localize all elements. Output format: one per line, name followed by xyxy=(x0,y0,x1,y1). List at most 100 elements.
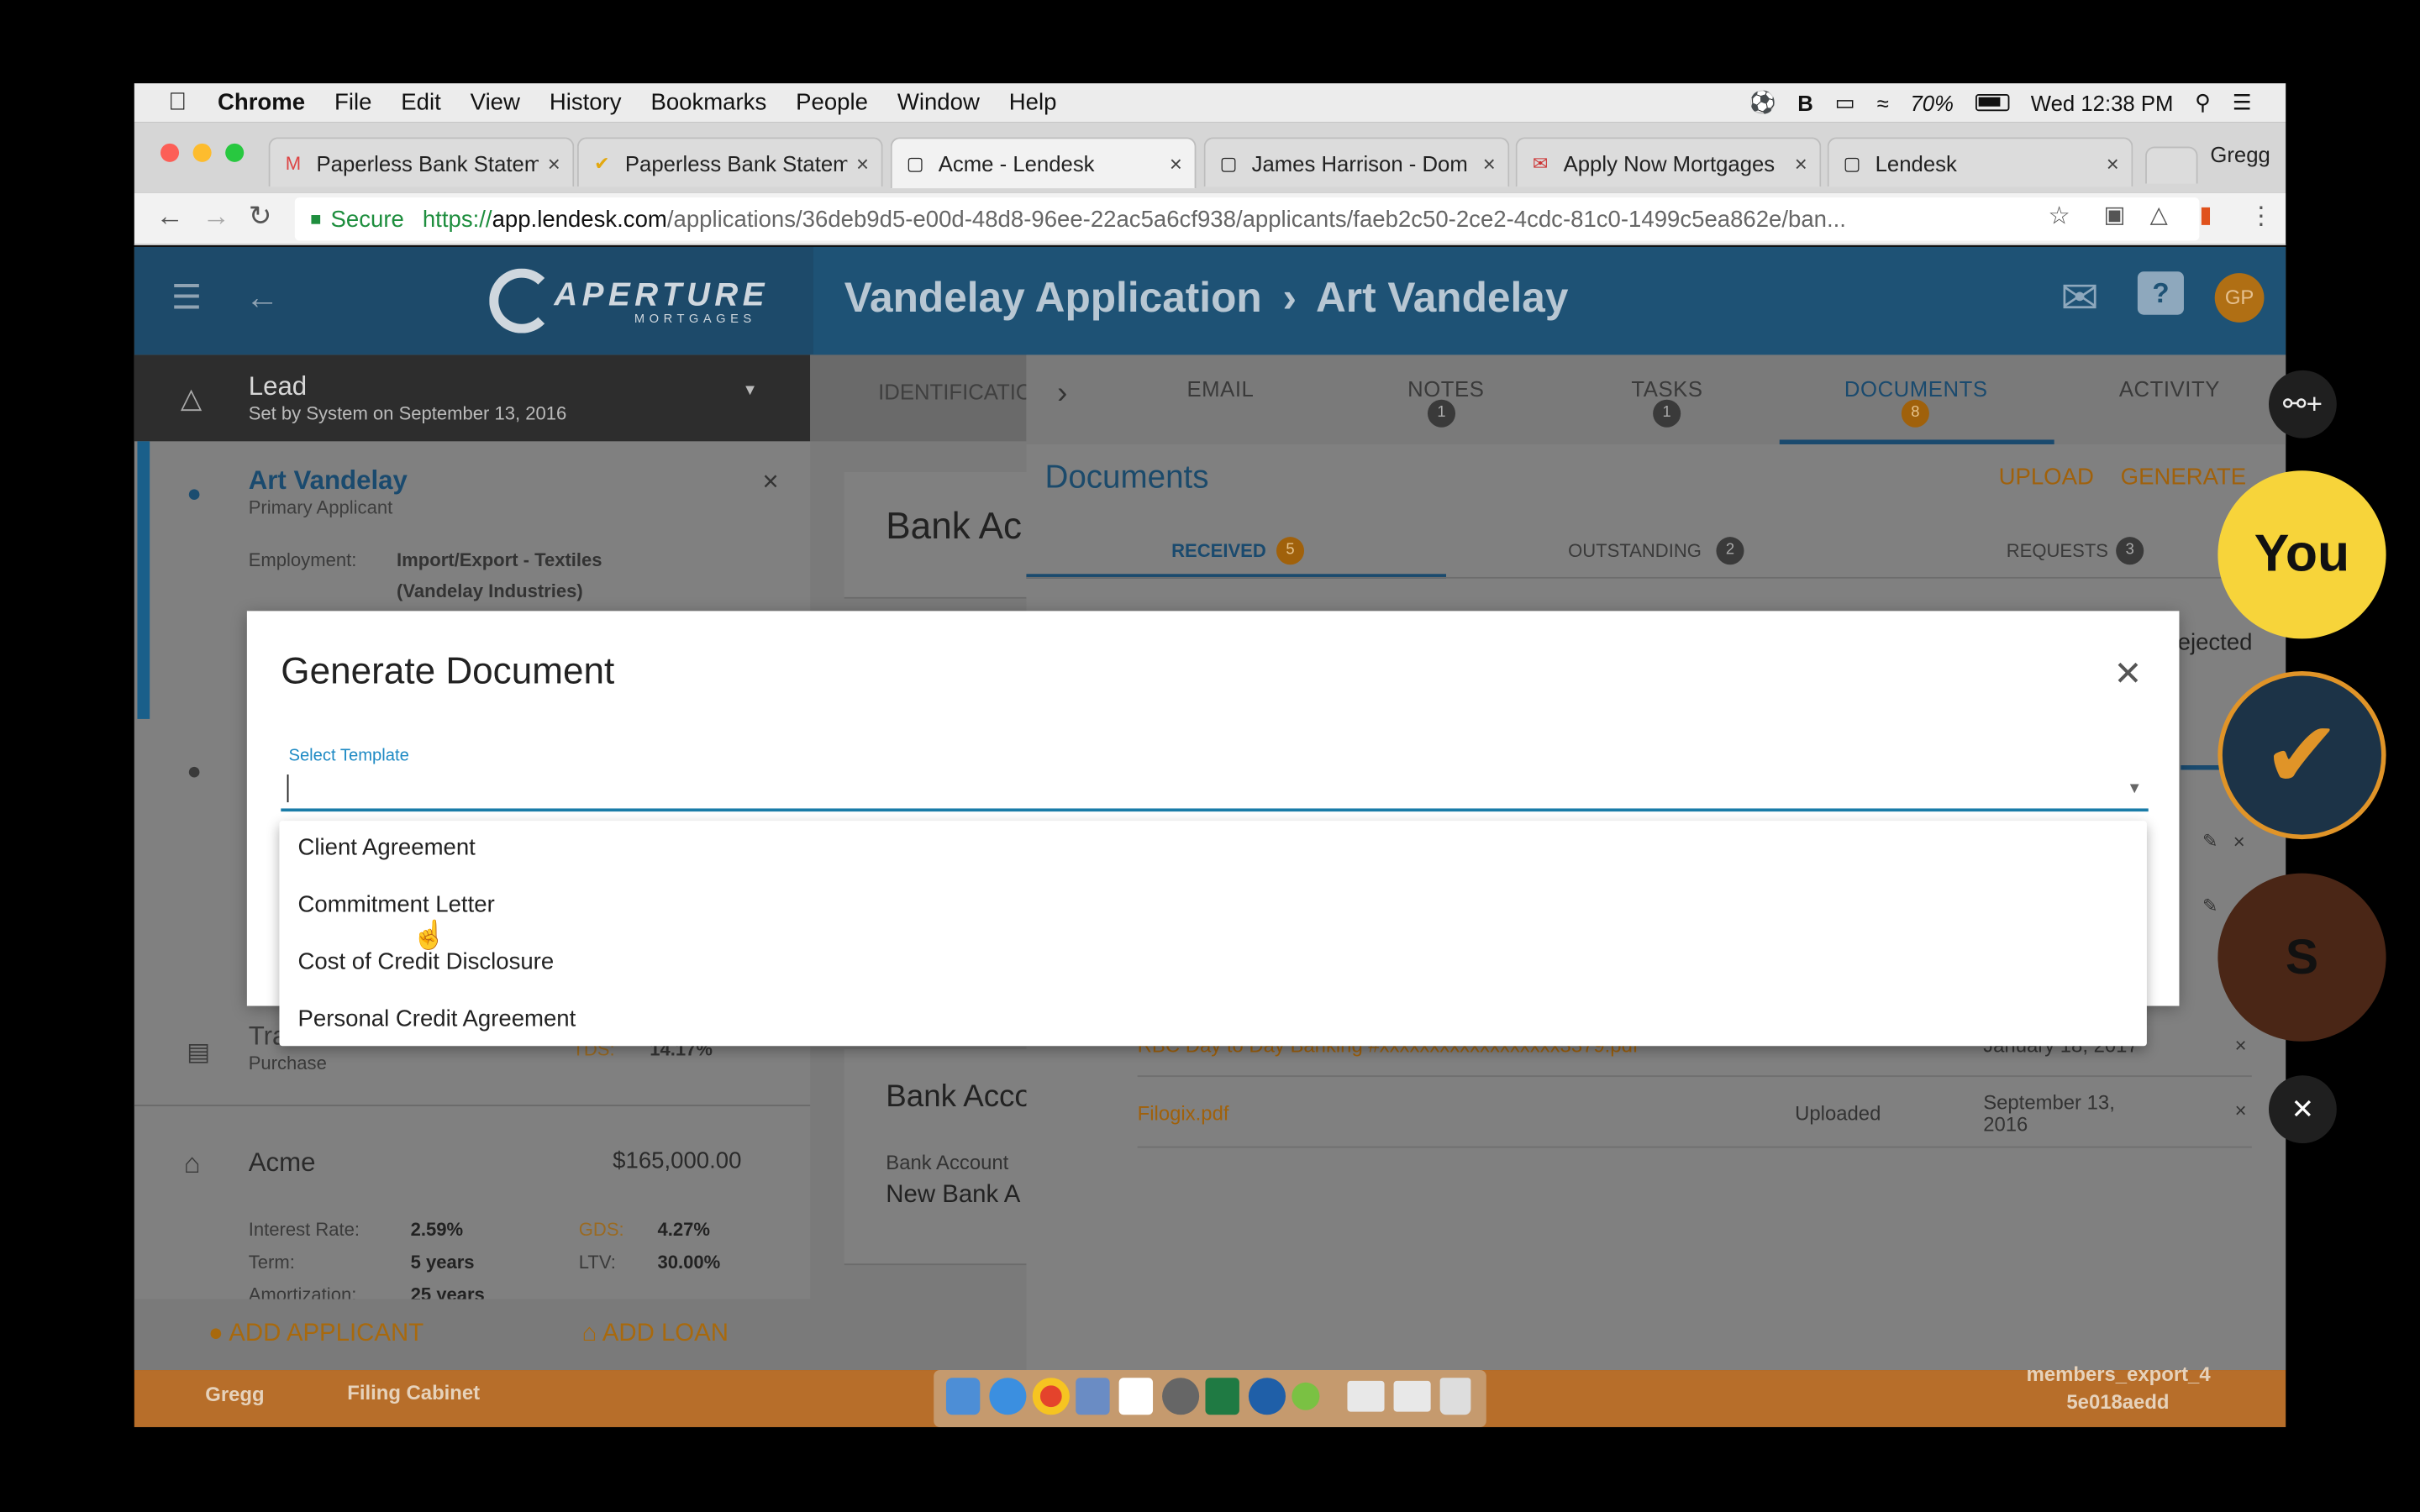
participant-avatar[interactable]: S xyxy=(2217,873,2386,1042)
applicant-name[interactable]: Art Vandelay xyxy=(249,466,408,497)
battery-icon[interactable] xyxy=(1975,94,2010,112)
mail-icon[interactable]: ✉ xyxy=(2060,271,2099,325)
back-icon[interactable]: ← xyxy=(156,201,184,234)
chevron-down-icon[interactable]: ▼ xyxy=(742,383,757,400)
minimize-window-icon[interactable] xyxy=(192,143,212,162)
help-icon[interactable]: ? xyxy=(2137,271,2184,315)
menu-people[interactable]: People xyxy=(796,90,868,116)
hamburger-menu-icon[interactable]: ☰ xyxy=(171,278,202,318)
browser-tab-active[interactable]: ▢ Acme - Lendesk × xyxy=(890,137,1197,189)
messages-icon[interactable] xyxy=(1292,1382,1320,1410)
tab-email[interactable]: EMAIL xyxy=(1186,376,1254,401)
close-tab-icon[interactable]: × xyxy=(1795,150,1807,175)
select-template-input[interactable]: ▼ xyxy=(281,769,2149,812)
folder-icon[interactable] xyxy=(1347,1380,1385,1412)
tab-notes[interactable]: NOTES xyxy=(1407,376,1484,401)
lead-status-bar[interactable]: △ Lead Set by System on September 13, 20… xyxy=(134,354,811,442)
desktop-file-name[interactable]: members_export_4 xyxy=(2027,1362,2211,1386)
trash-icon[interactable] xyxy=(1439,1378,1471,1415)
close-tab-icon[interactable]: × xyxy=(2107,150,2119,175)
chrome-icon[interactable] xyxy=(1032,1378,1070,1415)
delete-icon[interactable]: × xyxy=(2233,830,2245,853)
clock[interactable]: Wed 12:38 PM xyxy=(2031,90,2174,114)
close-call-icon[interactable]: ✕ xyxy=(2268,1075,2337,1144)
delete-document-icon[interactable]: × xyxy=(2235,1099,2247,1122)
option-personal-credit-agreement[interactable]: Personal Credit Agreement xyxy=(297,1006,576,1032)
menu-history[interactable]: History xyxy=(550,90,622,116)
menu-edit[interactable]: Edit xyxy=(401,90,440,116)
add-applicant-button[interactable]: ● ADD APPLICANT xyxy=(208,1320,424,1348)
drive-icon[interactable]: △ xyxy=(2150,201,2168,228)
calendar-icon[interactable] xyxy=(1118,1378,1154,1415)
generate-button[interactable]: GENERATE xyxy=(2121,465,2247,491)
address-bar[interactable]: ■ Secure https://app.lendesk.com/applica… xyxy=(294,197,2200,241)
menu-help[interactable]: Help xyxy=(1009,90,1057,116)
option-commitment-letter[interactable]: Commitment Letter xyxy=(297,892,494,918)
menu-window[interactable]: Window xyxy=(897,90,980,116)
browser-tab[interactable]: ▢ James Harrison - Dom × xyxy=(1203,137,1510,187)
close-tab-icon[interactable]: × xyxy=(1483,150,1496,175)
extension-icon[interactable]: ▣ xyxy=(2103,201,2125,228)
close-tab-icon[interactable]: × xyxy=(548,150,560,175)
edit-icon[interactable]: ✎ xyxy=(2202,830,2217,852)
user-avatar[interactable]: GP xyxy=(2214,273,2265,323)
excel-icon[interactable] xyxy=(1205,1378,1239,1415)
menu-file[interactable]: File xyxy=(334,90,371,116)
remove-applicant-icon[interactable]: × xyxy=(762,466,778,499)
close-tab-icon[interactable]: × xyxy=(856,150,869,175)
add-participant-icon[interactable]: ⚯+ xyxy=(2268,370,2337,438)
browser-tab[interactable]: ✉ Apply Now Mortgages × xyxy=(1515,137,1822,187)
delete-document-icon[interactable]: × xyxy=(2235,1034,2247,1058)
quicktime-icon[interactable] xyxy=(1248,1378,1286,1415)
close-tab-icon[interactable]: × xyxy=(1170,151,1182,176)
chevron-right-icon[interactable]: › xyxy=(1057,376,1067,412)
close-icon[interactable]: ✕ xyxy=(2114,654,2143,695)
lender-name[interactable]: Acme xyxy=(249,1148,316,1179)
basketball-icon[interactable]: ⚽ xyxy=(1749,90,1776,116)
application-title[interactable]: Vandelay Application xyxy=(844,275,1262,321)
tab-identification[interactable]: IDENTIFICATIO xyxy=(878,380,1033,404)
b-icon[interactable]: B xyxy=(1797,90,1813,114)
tab-activity[interactable]: ACTIVITY xyxy=(2119,376,2220,401)
desktop-item-gregg[interactable]: Gregg xyxy=(205,1383,264,1406)
subtab-received[interactable]: RECEIVED xyxy=(1171,540,1266,562)
office-icon[interactable]: ▮ xyxy=(2199,201,2212,228)
subtab-outstanding[interactable]: OUTSTANDING xyxy=(1568,540,1702,562)
participant-avatar-checkmark[interactable]: ✔ xyxy=(2217,670,2386,840)
apple-icon[interactable]:  xyxy=(168,89,187,117)
airplay-icon[interactable]: ▭ xyxy=(1835,90,1855,116)
system-preferences-icon[interactable] xyxy=(1162,1378,1200,1415)
table-row[interactable]: Filogix.pdf Uploaded September 13, 2016 … xyxy=(1137,1080,2252,1148)
browser-tab[interactable]: ✔ Paperless Bank Statem × xyxy=(576,137,883,187)
downloads-icon[interactable] xyxy=(1393,1380,1431,1412)
preview-icon[interactable] xyxy=(1076,1378,1110,1415)
finder-icon[interactable] xyxy=(945,1378,981,1415)
spotlight-icon[interactable]: ⚲ xyxy=(2195,90,2211,116)
chevron-down-icon[interactable]: ▼ xyxy=(2127,780,2142,797)
forward-icon[interactable]: → xyxy=(203,201,230,234)
menu-chrome[interactable]: Chrome xyxy=(218,90,305,116)
reload-icon[interactable]: ↻ xyxy=(249,201,272,234)
chrome-menu-icon[interactable]: ⋮ xyxy=(2249,201,2273,232)
maximize-window-icon[interactable] xyxy=(225,143,245,162)
wifi-icon[interactable]: ≈ xyxy=(1877,90,1889,114)
desktop-file-name-2[interactable]: 5e018aedd xyxy=(2066,1390,2169,1414)
tab-documents[interactable]: DOCUMENTS xyxy=(1844,376,1988,401)
menu-view[interactable]: View xyxy=(471,90,520,116)
profile-name[interactable]: Gregg xyxy=(2210,142,2270,166)
subtab-requests[interactable]: REQUESTS xyxy=(2007,540,2108,562)
option-cost-of-credit-disclosure[interactable]: Cost of Credit Disclosure xyxy=(297,949,554,975)
self-video-tile[interactable]: You xyxy=(2217,470,2386,639)
browser-tab[interactable]: M Paperless Bank Statem × xyxy=(268,137,575,187)
menu-bookmarks[interactable]: Bookmarks xyxy=(650,90,766,116)
document-link[interactable]: Filogix.pdf xyxy=(1138,1101,1229,1125)
notification-center-icon[interactable]: ☰ xyxy=(2233,90,2252,116)
bookmark-star-icon[interactable]: ☆ xyxy=(2048,201,2070,232)
option-client-agreement[interactable]: Client Agreement xyxy=(297,835,475,861)
browser-tab[interactable]: ▢ Lendesk × xyxy=(1827,137,2133,187)
close-window-icon[interactable] xyxy=(160,143,180,162)
back-arrow-icon[interactable]: ← xyxy=(245,278,279,318)
add-loan-button[interactable]: ⌂ ADD LOAN xyxy=(581,1320,729,1348)
upload-button[interactable]: UPLOAD xyxy=(1999,465,2094,491)
safari-icon[interactable] xyxy=(989,1378,1027,1415)
